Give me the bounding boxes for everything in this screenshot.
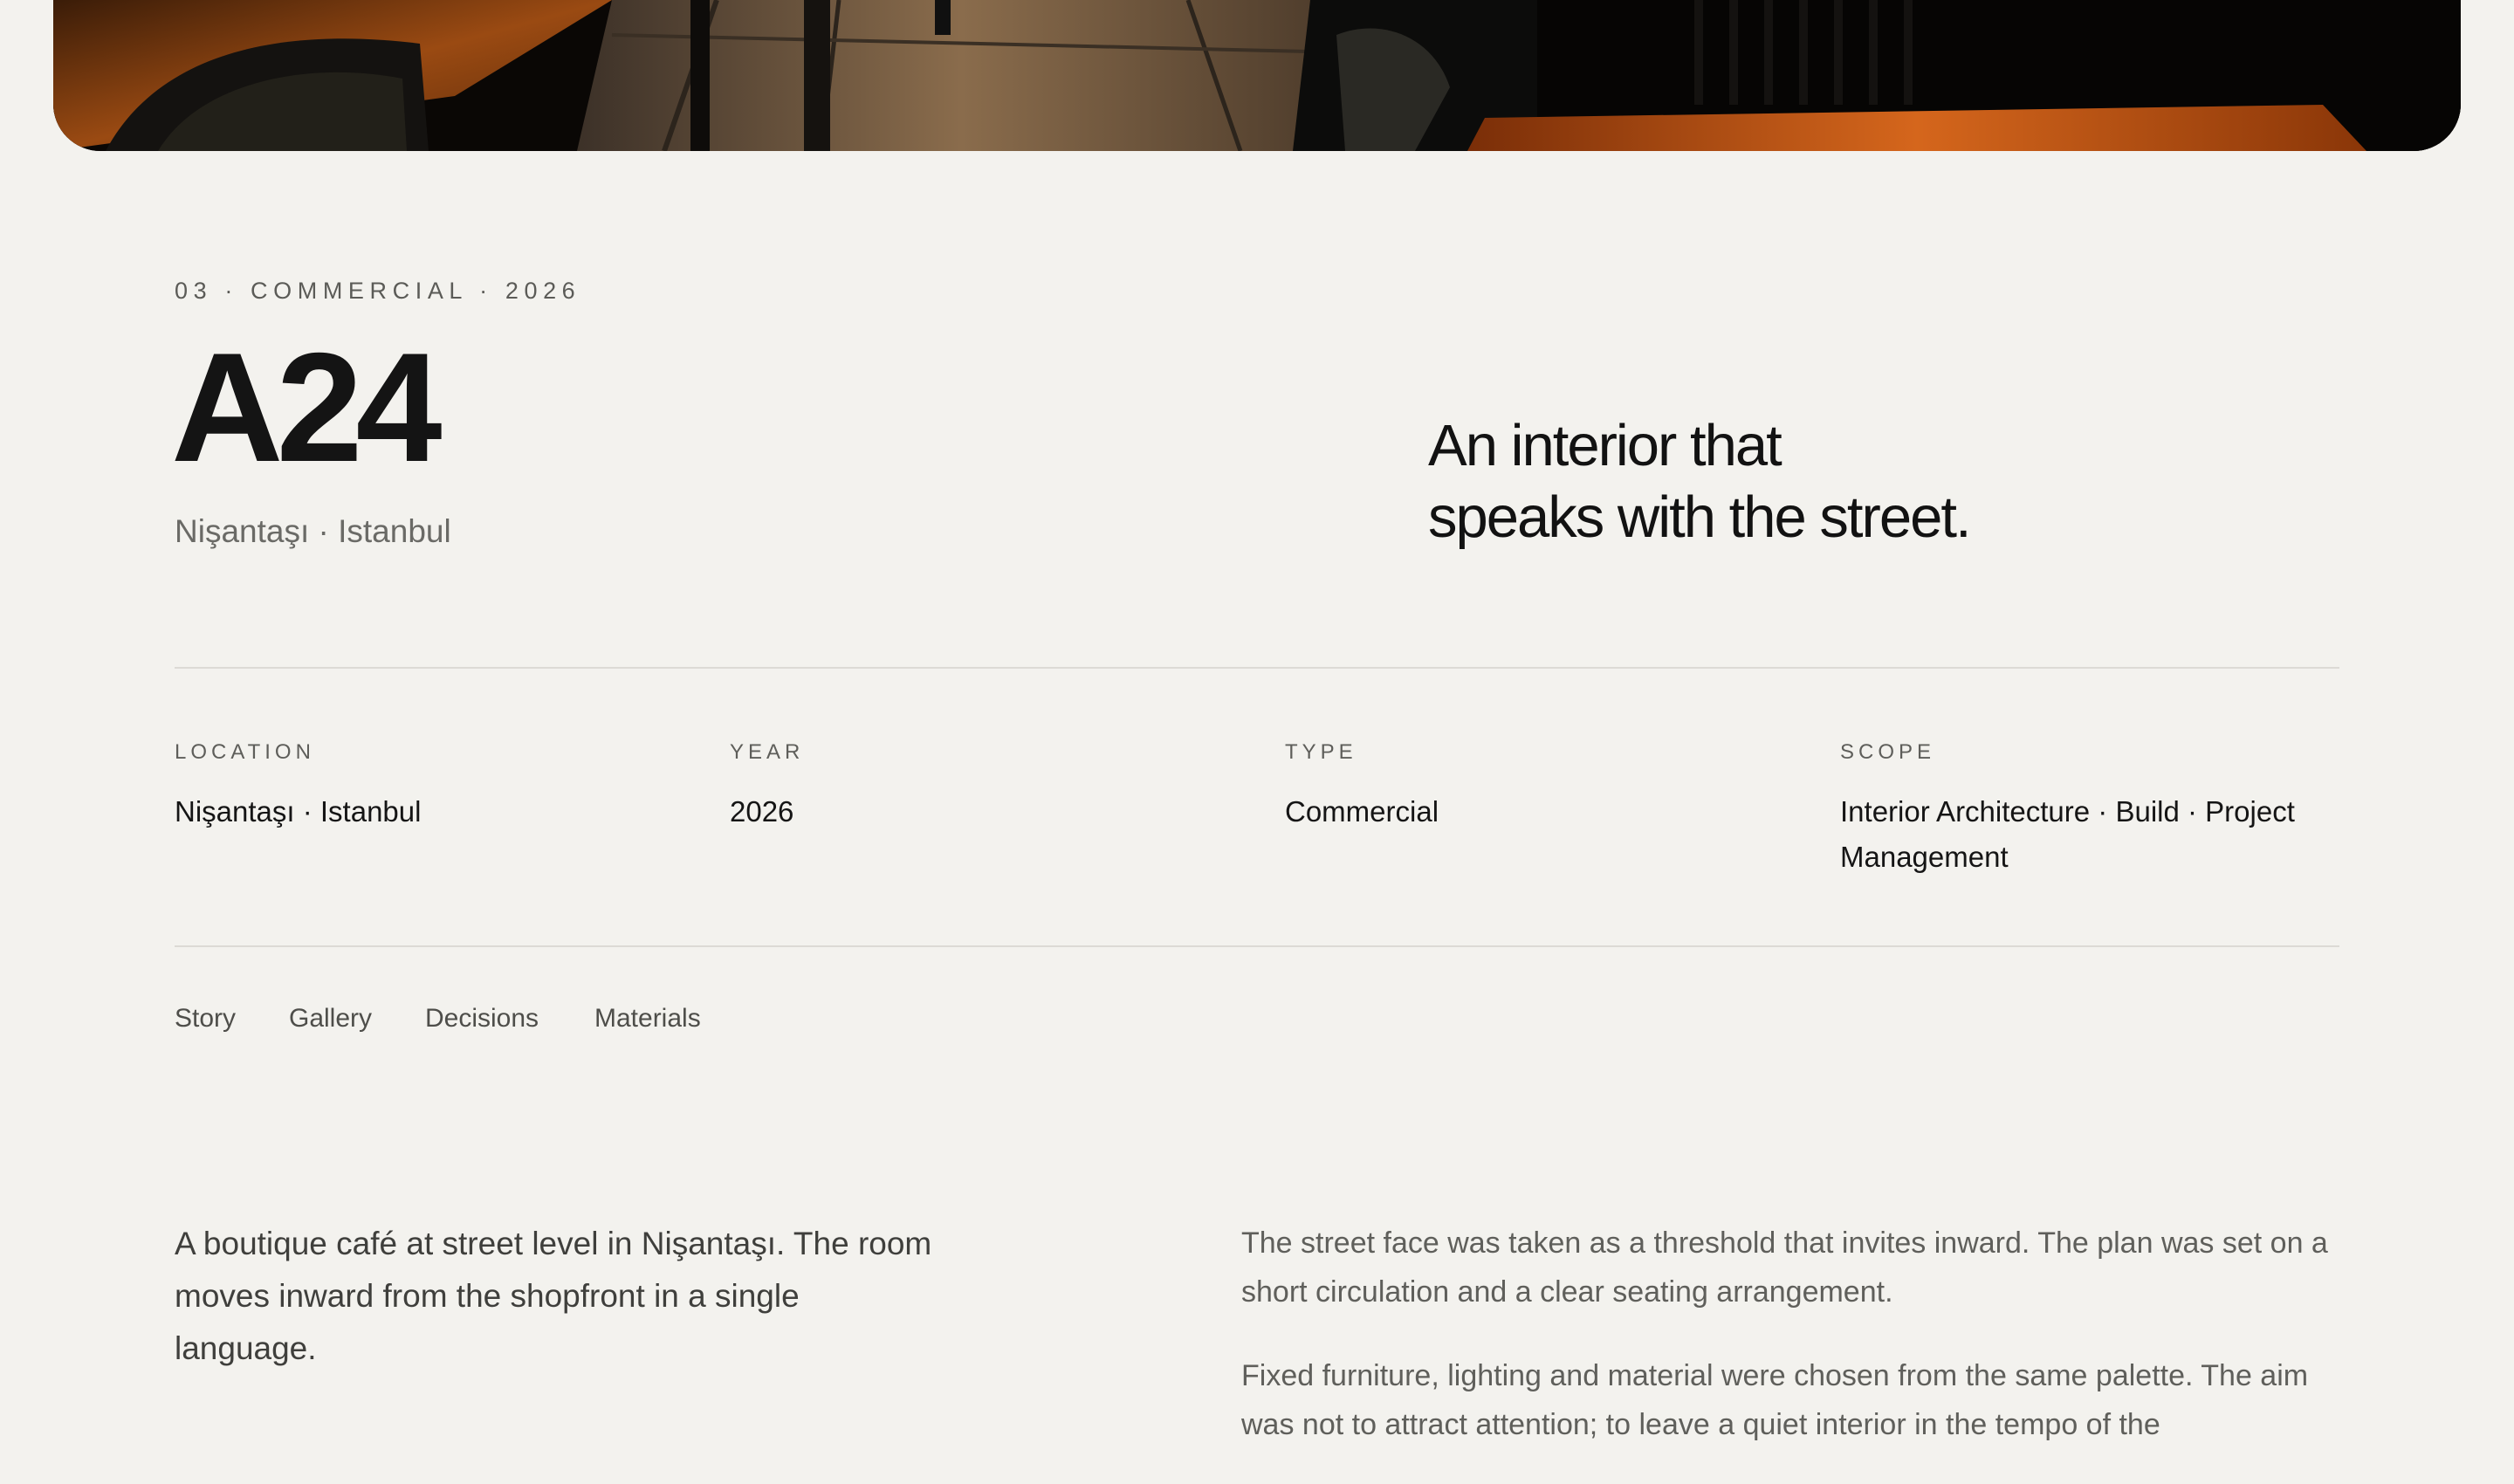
project-tagline: An interior that speaks with the street.	[1428, 410, 2092, 553]
story-lead: A boutique café at street level in Nişan…	[175, 1226, 932, 1366]
story-paragraph: The street face was taken as a threshold…	[1241, 1226, 2328, 1309]
project-location: Nişantaşı · Istanbul	[175, 513, 451, 549]
tagline-line-1: An interior that	[1428, 413, 1782, 478]
cafe-interior-photo	[53, 0, 2461, 151]
story-body: The street face was taken as a threshold…	[1241, 1219, 2359, 1484]
fact-value: 2026	[730, 795, 794, 828]
fact-scope: SCOPE Interior Architecture · Build · Pr…	[1840, 740, 2364, 880]
tagline-line-2: speaks with the street.	[1428, 484, 1972, 550]
fact-value-line: Interior Architecture · Build · Project	[1840, 795, 2295, 828]
fact-label: TYPE	[1285, 740, 1357, 764]
tab-materials[interactable]: Materials	[594, 1004, 701, 1034]
tab-story[interactable]: Story	[175, 1004, 236, 1034]
divider-top	[175, 667, 2339, 669]
hero-image	[53, 0, 2461, 151]
fact-value: Interior Architecture · Build · Project …	[1840, 789, 2364, 880]
fact-label: YEAR	[730, 740, 805, 764]
fact-year: YEAR 2026	[730, 740, 804, 835]
project-title: A24	[171, 320, 443, 494]
fact-label: SCOPE	[1840, 740, 1936, 764]
fact-value-line: Management	[1840, 841, 2009, 873]
fact-value: Nişantaşı · Istanbul	[175, 795, 422, 828]
fact-location: LOCATION Nişantaşı · Istanbul	[175, 740, 421, 835]
tab-decisions[interactable]: Decisions	[425, 1004, 539, 1034]
fact-value: Commercial	[1285, 795, 1439, 828]
divider-bottom	[175, 945, 2339, 947]
fact-type: TYPE Commercial	[1285, 740, 1439, 835]
story-paragraph: Fixed furniture, lighting and material w…	[1241, 1359, 2309, 1441]
tab-gallery[interactable]: Gallery	[289, 1004, 372, 1034]
fact-label: LOCATION	[175, 740, 315, 764]
project-facts: LOCATION Nişantaşı · Istanbul YEAR 2026 …	[175, 740, 2339, 915]
project-eyebrow: 03 · COMMERCIAL · 2026	[175, 278, 581, 304]
